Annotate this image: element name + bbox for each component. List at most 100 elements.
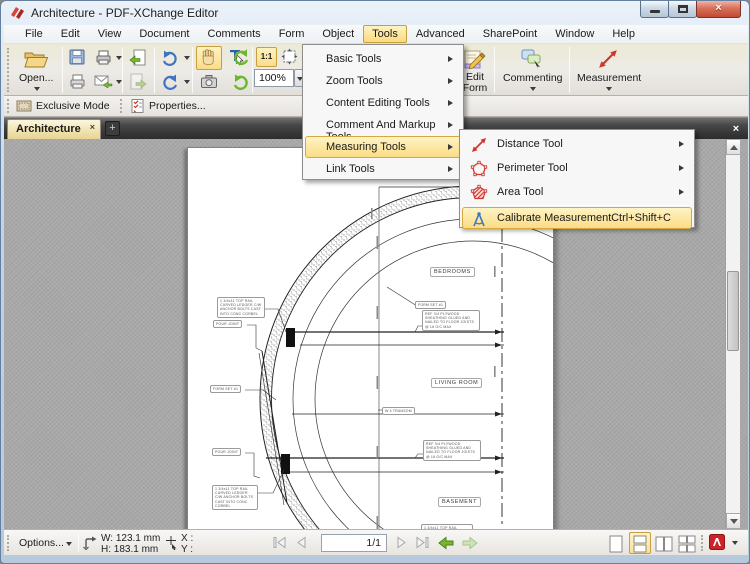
anchor-block bbox=[281, 454, 290, 474]
calibrate-measurement-icon bbox=[470, 211, 488, 229]
submenu-arrow-icon bbox=[448, 122, 453, 128]
zoom-level-input[interactable]: 100% bbox=[254, 69, 294, 87]
properties-button[interactable]: Properties... bbox=[126, 97, 212, 115]
commenting-button[interactable]: Commenting bbox=[498, 45, 566, 95]
single-page-layout-button[interactable] bbox=[605, 532, 627, 554]
menu-edit[interactable]: Edit bbox=[52, 25, 89, 43]
arrow-down-icon bbox=[730, 519, 738, 524]
hand-tool-button[interactable] bbox=[196, 46, 222, 70]
undo-dropdown-icon[interactable] bbox=[184, 56, 190, 60]
new-tab-button[interactable]: + bbox=[105, 121, 120, 136]
menu-item-basic-tools[interactable]: Basic Tools bbox=[305, 48, 461, 70]
vertical-scrollbar[interactable] bbox=[725, 139, 740, 529]
menu-item-calibrate-measurement[interactable]: Calibrate Measurement Ctrl+Shift+C bbox=[462, 207, 692, 229]
close-document-button[interactable]: × bbox=[728, 121, 744, 137]
close-button[interactable]: × bbox=[696, 1, 741, 18]
statusbar-grip[interactable] bbox=[7, 535, 10, 551]
redo-button[interactable] bbox=[158, 71, 182, 93]
menu-file[interactable]: File bbox=[16, 25, 52, 43]
snapshot-button[interactable] bbox=[196, 71, 222, 95]
menu-item-shortcut: Ctrl+Shift+C bbox=[611, 212, 671, 224]
redo-icon bbox=[160, 72, 180, 92]
tab-architecture[interactable]: Architecture × bbox=[7, 119, 101, 140]
measurement-button[interactable]: Measurement bbox=[573, 45, 643, 95]
menu-item-distance-tool[interactable]: Distance Tool bbox=[462, 132, 692, 156]
continuous-pages-icon bbox=[633, 535, 647, 553]
scroll-up-button[interactable] bbox=[726, 139, 741, 155]
save-button[interactable] bbox=[66, 47, 88, 69]
rotate-cw-button[interactable] bbox=[230, 71, 252, 95]
cursor-x-label: X : bbox=[181, 533, 193, 544]
two-page-layout-button[interactable] bbox=[653, 532, 675, 554]
previous-view-button[interactable] bbox=[437, 534, 456, 552]
tab-label: Architecture bbox=[16, 123, 81, 135]
close-icon: × bbox=[697, 2, 740, 14]
next-view-button[interactable] bbox=[460, 534, 479, 552]
menu-item-comment-markup-tools[interactable]: Comment And Markup Tools bbox=[305, 114, 461, 136]
room-label-bedrooms: BEDROOMS bbox=[430, 267, 475, 277]
inner-wall-face-arc bbox=[293, 219, 554, 529]
rotate-ccw-button[interactable] bbox=[230, 46, 252, 70]
menu-item-measuring-tools[interactable]: Measuring Tools bbox=[305, 136, 461, 158]
print-button[interactable] bbox=[66, 71, 88, 93]
menu-item-link-tools[interactable]: Link Tools bbox=[305, 158, 461, 180]
menu-item-content-editing-tools[interactable]: Content Editing Tools bbox=[305, 92, 461, 114]
exclusive-mode-label: Exclusive Mode bbox=[36, 100, 110, 112]
menu-document[interactable]: Document bbox=[130, 25, 198, 43]
toolbar-grip[interactable] bbox=[7, 99, 10, 113]
annotation-note: REF 3/4 PLYWOOD SHEATHING GLUED AND NAIL… bbox=[422, 310, 480, 331]
first-page-button[interactable] bbox=[272, 534, 289, 551]
measurement-icon bbox=[597, 48, 619, 70]
open-in-adobe-button[interactable] bbox=[707, 533, 727, 553]
fit-page-button[interactable] bbox=[279, 47, 300, 67]
print-setup-button[interactable] bbox=[92, 47, 114, 69]
import-document-button[interactable] bbox=[126, 47, 150, 69]
menu-view[interactable]: View bbox=[89, 25, 131, 43]
redo-dropdown-icon[interactable] bbox=[184, 80, 190, 84]
export-document-button[interactable] bbox=[126, 71, 150, 93]
annotation-form-set: FORM SET #1 bbox=[210, 385, 241, 393]
menu-sharepoint[interactable]: SharePoint bbox=[474, 25, 546, 43]
menu-object[interactable]: Object bbox=[313, 25, 363, 43]
menu-help[interactable]: Help bbox=[603, 25, 644, 43]
scroll-down-button[interactable] bbox=[726, 513, 741, 529]
arrow-up-icon bbox=[730, 145, 738, 150]
two-page-continuous-layout-button[interactable] bbox=[676, 532, 698, 554]
app-logo-icon bbox=[10, 5, 26, 21]
exclusive-mode-button[interactable]: Exclusive Mode bbox=[13, 97, 113, 115]
tab-close-icon[interactable]: × bbox=[90, 122, 95, 132]
menu-tools[interactable]: Tools bbox=[363, 25, 407, 43]
adobe-dropdown-icon[interactable] bbox=[732, 541, 738, 545]
rotate-ccw-icon bbox=[231, 47, 251, 67]
menu-item-area-tool[interactable]: Area Tool bbox=[462, 180, 692, 204]
menu-item-label: Link Tools bbox=[326, 163, 375, 175]
menu-comments[interactable]: Comments bbox=[199, 25, 270, 43]
email-button[interactable] bbox=[92, 71, 114, 93]
actual-size-button[interactable]: 1:1 bbox=[256, 47, 277, 67]
maximize-icon bbox=[678, 5, 688, 13]
open-button[interactable]: Open... bbox=[13, 46, 59, 93]
area-tool-icon bbox=[470, 184, 488, 202]
toolbar-grip[interactable] bbox=[120, 99, 123, 113]
menu-item-zoom-tools[interactable]: Zoom Tools bbox=[305, 70, 461, 92]
menu-window[interactable]: Window bbox=[546, 25, 603, 43]
next-page-button[interactable] bbox=[393, 534, 410, 551]
undo-button[interactable] bbox=[158, 47, 182, 69]
minimize-button[interactable] bbox=[640, 1, 669, 18]
scrollbar-thumb[interactable] bbox=[727, 271, 739, 351]
page-number-input[interactable]: 1/1 bbox=[321, 534, 387, 552]
window-controls: × bbox=[641, 1, 741, 18]
toolbar-grip[interactable] bbox=[7, 48, 10, 92]
previous-page-button[interactable] bbox=[293, 534, 310, 551]
menu-form[interactable]: Form bbox=[270, 25, 314, 43]
menu-advanced[interactable]: Advanced bbox=[407, 25, 474, 43]
statusbar-grip[interactable] bbox=[701, 535, 704, 551]
options-button[interactable]: Options... bbox=[14, 533, 74, 552]
maximize-button[interactable] bbox=[668, 1, 697, 18]
menu-item-perimeter-tool[interactable]: Perimeter Tool bbox=[462, 156, 692, 180]
cursor-y-label: Y : bbox=[181, 544, 193, 555]
menu-item-label: Content Editing Tools bbox=[326, 97, 430, 109]
properties-label: Properties... bbox=[149, 100, 206, 112]
continuous-layout-button[interactable] bbox=[629, 532, 651, 554]
last-page-button[interactable] bbox=[413, 534, 430, 551]
